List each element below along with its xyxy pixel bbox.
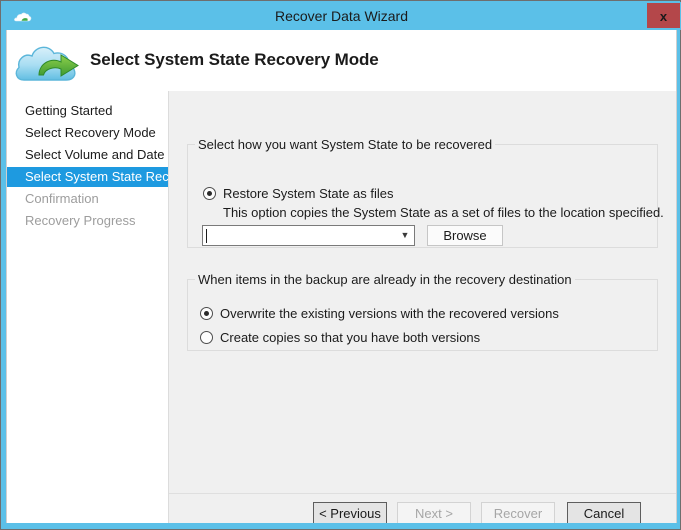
overwrite-versions-label: Overwrite the existing versions with the…	[220, 306, 559, 321]
footer-button-bar: < Previous Next > Recover Cancel	[169, 494, 676, 523]
destination-path-combobox[interactable]: ▼	[202, 225, 415, 246]
sidebar-item-select-recovery-mode[interactable]: Select Recovery Mode	[7, 123, 168, 143]
restore-as-files-description: This option copies the System State as a…	[223, 205, 664, 220]
sidebar-item-confirmation[interactable]: Confirmation	[7, 189, 168, 209]
destination-path-input[interactable]	[203, 225, 396, 246]
create-copies-radio-row[interactable]: Create copies so that you have both vers…	[200, 330, 480, 345]
sidebar-item-select-system-state-recovery[interactable]: Select System State Reco...	[7, 167, 187, 187]
close-icon[interactable]: x	[647, 3, 680, 28]
radio-button-icon[interactable]	[200, 331, 213, 344]
radio-button-icon[interactable]	[200, 307, 213, 320]
previous-button[interactable]: < Previous	[313, 502, 387, 523]
window-title: Recover Data Wizard	[274, 8, 409, 24]
restore-as-files-radio-row[interactable]: Restore System State as files	[203, 186, 394, 201]
page-title: Select System State Recovery Mode	[90, 50, 379, 69]
sidebar-item-getting-started[interactable]: Getting Started	[7, 101, 168, 121]
cloud-restore-arrow-icon	[12, 36, 84, 86]
wizard-steps-sidebar: Getting Started Select Recovery Mode Sel…	[7, 91, 187, 523]
conflict-handling-legend: When items in the backup are already in …	[195, 272, 575, 287]
chevron-down-icon[interactable]: ▼	[396, 231, 414, 240]
text-caret	[206, 229, 207, 243]
overwrite-versions-radio-row[interactable]: Overwrite the existing versions with the…	[200, 306, 559, 321]
sidebar-item-recovery-progress[interactable]: Recovery Progress	[7, 211, 168, 231]
cancel-button[interactable]: Cancel	[567, 502, 641, 523]
restore-as-files-label: Restore System State as files	[223, 186, 394, 201]
browse-button[interactable]: Browse	[427, 225, 503, 246]
title-bar: Recover Data Wizard x	[2, 2, 681, 30]
window-client-area: Select System State Recovery Mode Gettin…	[6, 30, 677, 523]
sidebar-item-select-volume-and-date[interactable]: Select Volume and Date	[7, 145, 168, 165]
recovery-mode-legend: Select how you want System State to be r…	[195, 137, 496, 152]
radio-button-icon[interactable]	[203, 187, 216, 200]
recover-button: Recover	[481, 502, 555, 523]
create-copies-label: Create copies so that you have both vers…	[220, 330, 481, 345]
wizard-window: Recover Data Wizard x Select System Stat…	[0, 0, 681, 530]
next-button: Next >	[397, 502, 471, 523]
main-panel: Select how you want System State to be r…	[169, 91, 676, 523]
wizard-header: Select System State Recovery Mode	[7, 30, 676, 92]
